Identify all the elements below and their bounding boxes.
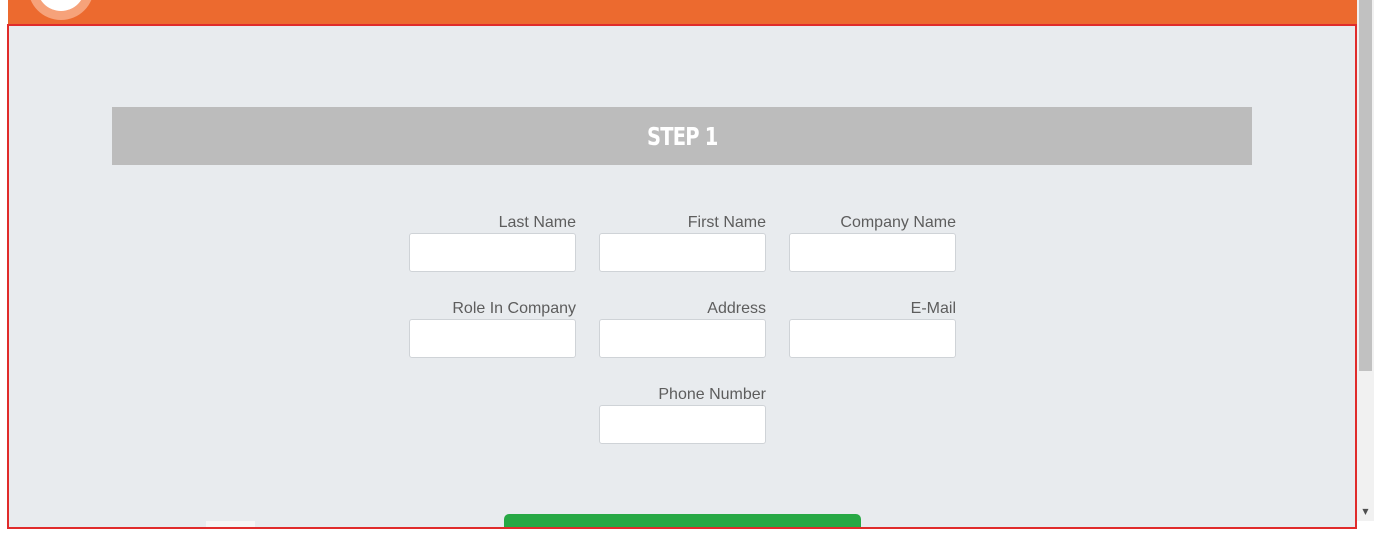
logo[interactable] <box>28 0 94 20</box>
step-banner: STEP 1 <box>112 107 1252 165</box>
phone-input[interactable] <box>599 405 766 444</box>
company-name-label: Company Name <box>840 214 956 231</box>
email-group: E-Mail <box>789 299 956 358</box>
form-container: STEP 1 Last Name First Name Company Name… <box>7 24 1357 529</box>
company-name-input[interactable] <box>789 233 956 272</box>
phone-label: Phone Number <box>658 386 766 403</box>
role-group: Role In Company <box>409 299 576 358</box>
email-input[interactable] <box>789 319 956 358</box>
vertical-scrollbar[interactable]: ▼ <box>1357 0 1374 521</box>
top-header-bar <box>8 0 1357 25</box>
last-name-group: Last Name <box>409 213 576 272</box>
first-name-input[interactable] <box>599 233 766 272</box>
scrollbar-thumb[interactable] <box>1359 0 1372 371</box>
address-group: Address <box>599 299 766 358</box>
footer-element <box>206 521 255 527</box>
first-name-label: First Name <box>687 214 766 231</box>
last-name-label: Last Name <box>498 214 576 231</box>
submit-button[interactable] <box>504 514 861 527</box>
logo-inner-circle <box>37 0 85 11</box>
address-label: Address <box>707 300 766 317</box>
scroll-down-arrow-icon[interactable]: ▼ <box>1357 503 1374 519</box>
step-title: STEP 1 <box>646 121 718 151</box>
role-label: Role In Company <box>452 300 576 317</box>
email-label: E-Mail <box>910 300 956 317</box>
company-name-group: Company Name <box>789 213 956 272</box>
role-input[interactable] <box>409 319 576 358</box>
first-name-group: First Name <box>599 213 766 272</box>
last-name-input[interactable] <box>409 233 576 272</box>
phone-group: Phone Number <box>599 385 766 444</box>
address-input[interactable] <box>599 319 766 358</box>
